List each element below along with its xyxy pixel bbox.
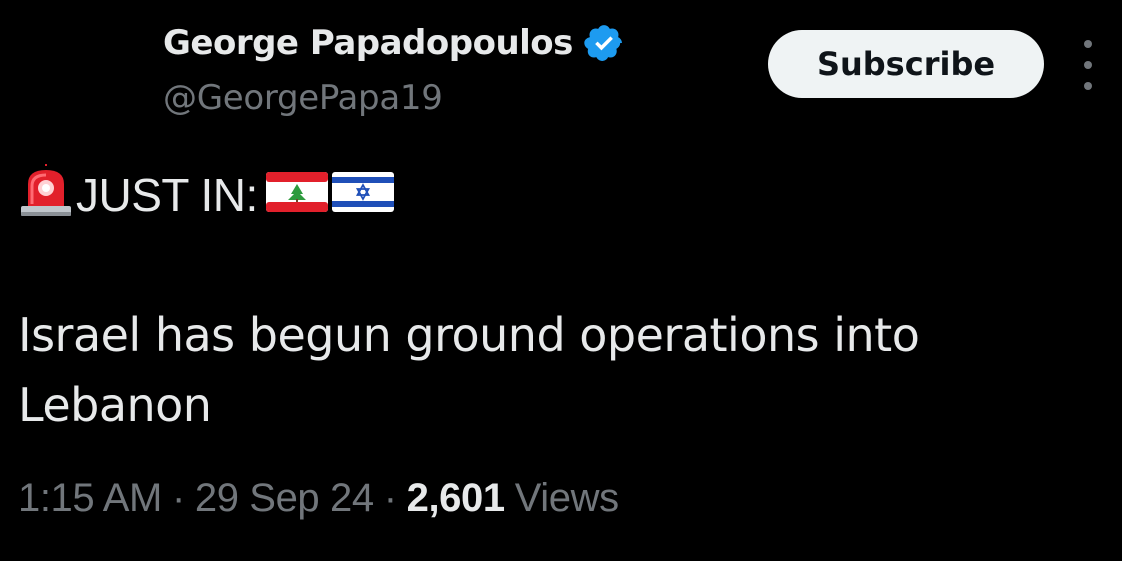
author-name-row[interactable]: George Papadopoulos xyxy=(163,22,625,64)
more-vertical-icon[interactable] xyxy=(1074,40,1102,90)
views-label[interactable]: Views xyxy=(515,476,619,521)
police-light-emoji-icon xyxy=(18,164,74,225)
author-display-name[interactable]: George Papadopoulos xyxy=(163,23,573,63)
views-count[interactable]: 2,601 xyxy=(407,476,506,521)
tweet-meta: 1:15 AM · 29 Sep 24 · 2,601 Views xyxy=(18,476,619,521)
more-dot xyxy=(1084,40,1092,48)
tweet-body-text: Israel has begun ground operations into … xyxy=(18,308,920,432)
israel-flag-emoji-icon xyxy=(331,172,394,217)
avatar[interactable] xyxy=(18,28,138,118)
subscribe-button[interactable]: Subscribe xyxy=(768,30,1044,98)
more-dot xyxy=(1084,61,1092,69)
verified-badge-icon[interactable] xyxy=(583,22,625,64)
tweet-lead-text: JUST IN: xyxy=(76,168,258,221)
author-handle[interactable]: @GeorgePapa19 xyxy=(163,78,443,118)
meta-separator: · xyxy=(171,476,185,520)
tweet-date[interactable]: 29 Sep 24 xyxy=(195,476,374,521)
more-dot xyxy=(1084,82,1092,90)
meta-separator: · xyxy=(383,476,397,520)
lebanon-flag-emoji-icon xyxy=(265,172,328,217)
tweet-headline: JUST IN: xyxy=(18,164,394,225)
tweet-time[interactable]: 1:15 AM xyxy=(18,476,162,521)
